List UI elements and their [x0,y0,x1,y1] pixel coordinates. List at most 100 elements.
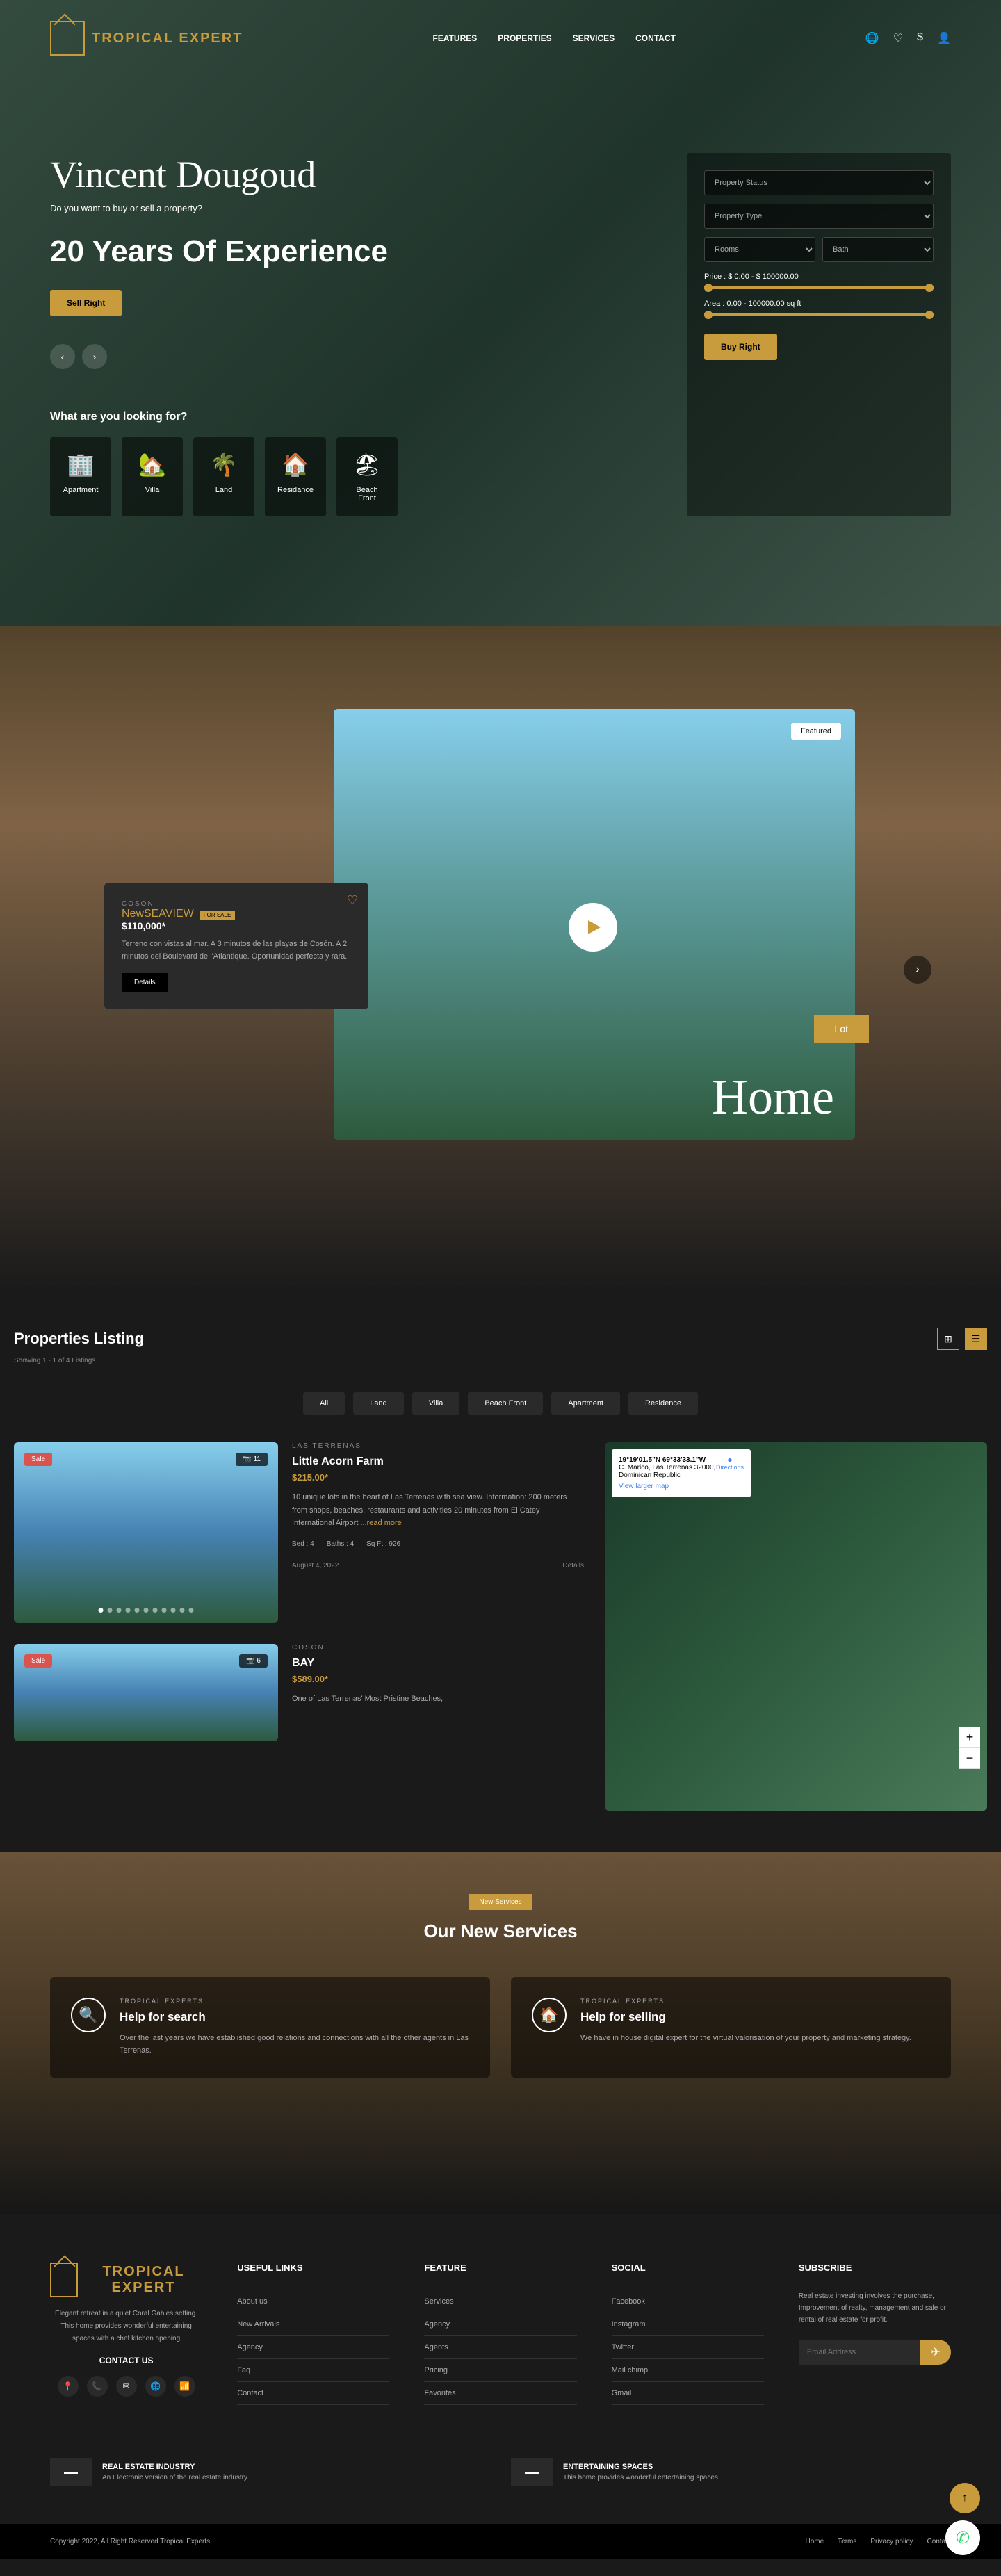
copyright-text: Copyright 2022, All Right Reserved Tropi… [50,2538,210,2545]
play-icon[interactable] [569,903,617,952]
featured-price: $110,000* [122,920,351,931]
cat-residence[interactable]: 🏠Residance [265,437,326,516]
property-card[interactable]: Sale 📷 11 LAS TERRENAS Little Acorn Farm… [14,1442,584,1623]
looking-title: What are you looking for? [50,411,398,423]
currency-icon[interactable]: $ [917,31,923,45]
footer-link[interactable]: Services [424,2290,576,2313]
nav-features[interactable]: FEATURES [432,33,477,43]
hero-headline: 20 Years Of Experience [50,234,398,269]
next-arrow[interactable]: › [82,344,107,369]
footer-link[interactable]: Agency [237,2336,389,2359]
type-select[interactable]: Property Type [704,204,934,229]
map[interactable]: ◆Directions 19°19'01.5"N 69°33'33.1"W C.… [605,1442,987,1811]
bath-count: Baths : 4 [327,1540,354,1548]
cat-land[interactable]: 🌴Land [193,437,254,516]
footer-logo: TROPICAL EXPERT [85,2264,202,2296]
prop-name[interactable]: BAY [292,1657,584,1670]
footer-link[interactable]: Instagram [612,2313,764,2336]
footer-link[interactable]: About us [237,2290,389,2313]
details-link[interactable]: Details [562,1562,584,1570]
footer-link[interactable]: Contact [237,2382,389,2405]
service-name: Help for search [120,2010,469,2024]
submit-icon[interactable]: ✈ [920,2340,951,2365]
footer-link[interactable]: Twitter [612,2336,764,2359]
services-title: Our New Services [50,1921,951,1942]
subscribe-desc: Real estate investing involves the purch… [799,2290,951,2326]
featured-image: Featured Lot Home [334,709,855,1140]
filter-land[interactable]: Land [353,1392,403,1415]
phone-icon[interactable]: 📞 [87,2376,108,2397]
prev-arrow[interactable]: ‹ [50,344,75,369]
sell-button[interactable]: Sell Right [50,290,122,316]
featured-location: COSON [122,900,351,908]
cat-beachfront[interactable]: 🏖Beach Front [336,437,398,516]
prop-date: August 4, 2022 [292,1562,339,1570]
cat-villa[interactable]: 🏡Villa [122,437,183,516]
bed-count: Bed : 4 [292,1540,314,1548]
email-input[interactable] [799,2340,920,2365]
footer-link[interactable]: Agents [424,2336,576,2359]
lot-button[interactable]: Lot [814,1015,869,1043]
wifi-icon[interactable]: 📶 [174,2376,195,2397]
footer-link[interactable]: Mail chimp [612,2359,764,2382]
card-icon: ▬▬ [511,2458,553,2486]
heart-icon[interactable]: ♡ [893,31,903,45]
details-button[interactable]: Details [122,973,168,992]
area-slider[interactable] [704,313,934,316]
filter-villa[interactable]: Villa [412,1392,460,1415]
filter-beach[interactable]: Beach Front [468,1392,543,1415]
bath-select[interactable]: Bath [822,237,934,262]
zoom-out[interactable]: − [959,1748,980,1769]
agent-name: Vincent Dougoud [50,153,398,196]
nav-contact[interactable]: CONTACT [635,33,676,43]
prop-desc: One of Las Terrenas' Most Pristine Beach… [292,1693,584,1706]
service-tag: TROPICAL EXPERTS [120,1998,469,2005]
featured-tag: Featured [791,723,841,740]
footer-link[interactable]: Faq [237,2359,389,2382]
copy-link[interactable]: Home [805,2538,824,2545]
service-desc: We have in house digital expert for the … [580,2032,911,2045]
grid-view-icon[interactable]: ⊞ [937,1328,959,1350]
read-more-link[interactable]: ...read more [360,1519,401,1527]
zoom-in[interactable]: + [959,1727,980,1748]
mail-icon[interactable]: ✉ [116,2376,137,2397]
featured-card: ♡ COSON NewSEAVIEWFOR SALE $110,000* Ter… [104,883,368,1009]
map-pin-icon[interactable]: 📍 [58,2376,79,2397]
price-slider[interactable] [704,286,934,289]
footer-link[interactable]: Gmail [612,2382,764,2405]
footer-link[interactable]: New Arrivals [237,2313,389,2336]
prop-location: LAS TERRENAS [292,1442,584,1450]
favorite-icon[interactable]: ♡ [347,893,358,908]
filter-all[interactable]: All [303,1392,345,1415]
logo[interactable]: TROPICAL EXPERT [50,21,243,56]
nav-properties[interactable]: PROPERTIES [498,33,551,43]
contact-heading: CONTACT US [50,2356,202,2365]
globe-icon[interactable]: 🌐 [865,31,879,45]
nav-services[interactable]: SERVICES [573,33,615,43]
footer-link[interactable]: Facebook [612,2290,764,2313]
directions-link[interactable]: ◆Directions [716,1456,744,1471]
filter-res[interactable]: Residence [628,1392,698,1415]
copy-link[interactable]: Privacy policy [870,2538,913,2545]
rooms-select[interactable]: Rooms [704,237,815,262]
listings-title: Properties Listing [14,1330,144,1348]
carousel-next[interactable]: › [904,956,931,984]
larger-map-link[interactable]: View larger map [619,1483,744,1490]
status-select[interactable]: Property Status [704,170,934,195]
copy-link[interactable]: Terms [838,2538,856,2545]
list-view-icon[interactable]: ☰ [965,1328,987,1350]
globe-icon[interactable]: 🌐 [145,2376,166,2397]
footer-link[interactable]: Pricing [424,2359,576,2382]
featured-title[interactable]: NewSEAVIEW [122,908,194,920]
buy-button[interactable]: Buy Right [704,334,777,360]
filter-apt[interactable]: Apartment [551,1392,620,1415]
cat-apartment[interactable]: 🏢Apartment [50,437,111,516]
user-icon[interactable]: 👤 [937,31,951,45]
scroll-top-icon[interactable]: ↑ [950,2483,980,2513]
footer-link[interactable]: Favorites [424,2382,576,2405]
footer-link[interactable]: Agency [424,2313,576,2336]
whatsapp-icon[interactable]: ✆ [945,2520,980,2555]
property-card[interactable]: Sale 📷 6 COSON BAY $589.00* One of Las T… [14,1644,584,1741]
prop-name[interactable]: Little Acorn Farm [292,1456,584,1468]
home-icon: 🏠 [532,1998,567,2032]
